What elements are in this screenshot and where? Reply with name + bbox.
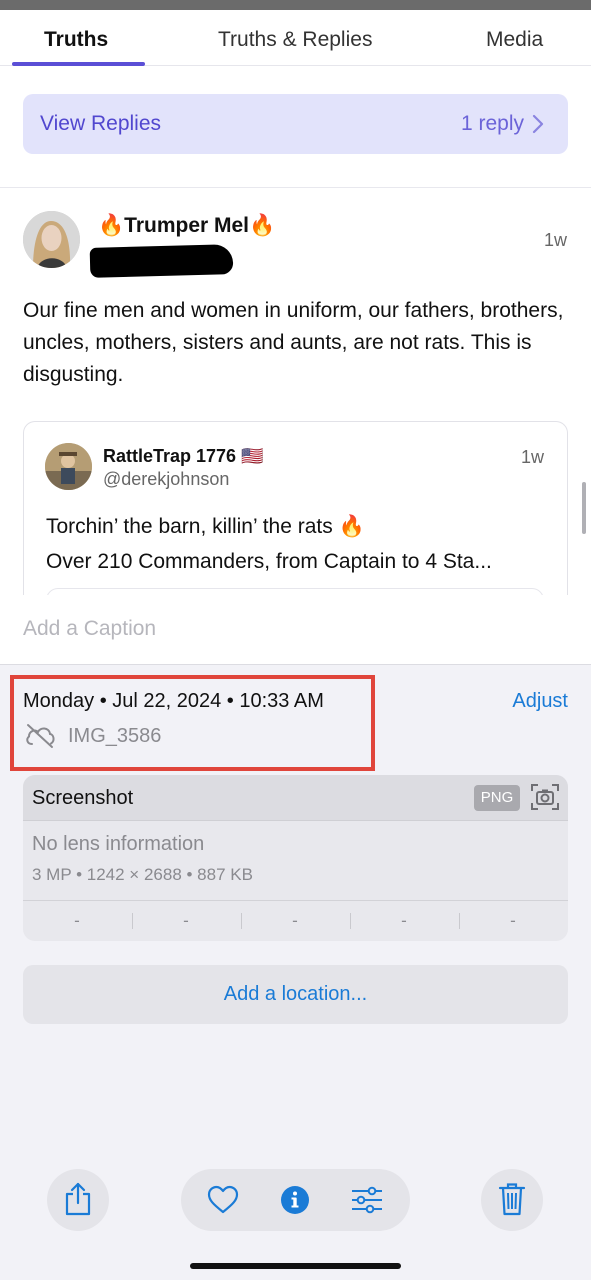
- home-indicator[interactable]: [190, 1263, 401, 1269]
- quoted-text-line-2: Over 210 Commanders, from Captain to 4 S…: [46, 550, 492, 573]
- quoted-post[interactable]: RattleTrap 1776 🇺🇸 @derekjohnson 1w Torc…: [23, 421, 568, 611]
- photo-actions-group: [181, 1169, 410, 1231]
- exif-row: - - - - -: [23, 900, 568, 941]
- author-avatar[interactable]: [23, 211, 80, 268]
- scrollbar[interactable]: [582, 482, 586, 534]
- delete-button[interactable]: [481, 1169, 543, 1231]
- trash-icon: [498, 1183, 526, 1216]
- post-divider: [0, 187, 591, 188]
- tab-truths[interactable]: Truths: [44, 28, 108, 52]
- profile-tabs: Truths Truths & Replies Media: [0, 10, 591, 66]
- exif-value: -: [401, 911, 407, 930]
- quoted-timestamp: 1w: [520, 447, 544, 467]
- lens-info: No lens information: [32, 833, 205, 855]
- post-author-name[interactable]: 🔥Trumper Mel🔥: [98, 214, 275, 238]
- screenshot-camera-icon: [531, 784, 559, 810]
- format-badge: PNG: [474, 785, 520, 811]
- image-type-label: Screenshot: [32, 787, 134, 809]
- redacted-handle: [89, 244, 234, 278]
- metadata-header: Screenshot PNG: [23, 775, 568, 821]
- share-button[interactable]: [47, 1169, 109, 1231]
- exif-value: -: [510, 911, 516, 930]
- post-body: Our fine men and women in uniform, our f…: [23, 299, 564, 386]
- view-replies-button[interactable]: View Replies 1 reply: [23, 94, 568, 154]
- share-icon: [65, 1182, 91, 1216]
- photo-info-sheet: Add a Caption Monday • Jul 22, 2024 • 10…: [0, 595, 591, 1280]
- image-dimensions-size: 3 MP • 1242 × 2688 • 887 KB: [32, 865, 253, 884]
- exif-value: -: [292, 911, 298, 930]
- adjust-button[interactable]: Adjust: [512, 690, 568, 713]
- quoted-author-avatar[interactable]: [45, 443, 92, 490]
- red-highlight-box: [10, 675, 375, 771]
- image-metadata-card: Screenshot PNG No lens information 3 MP …: [23, 775, 568, 941]
- view-replies-label: View Replies: [40, 112, 162, 135]
- adjust-sliders-icon[interactable]: [351, 1185, 383, 1215]
- caption-placeholder: Add a Caption: [23, 617, 157, 640]
- chevron-right-icon: [532, 114, 544, 134]
- tab-media[interactable]: Media: [486, 28, 543, 52]
- quoted-text-line-1: Torchin’ the barn, killin’ the rats 🔥: [46, 515, 365, 538]
- reply-count: 1 reply: [460, 112, 524, 135]
- add-location-button[interactable]: Add a location...: [23, 965, 568, 1024]
- quoted-author-handle: @derekjohnson: [103, 469, 230, 489]
- quoted-author-name[interactable]: RattleTrap 1776 🇺🇸: [103, 446, 263, 467]
- exif-value: -: [183, 911, 189, 930]
- exif-value: -: [74, 911, 80, 930]
- heart-icon[interactable]: [207, 1185, 239, 1215]
- post-timestamp: 1w: [543, 230, 567, 250]
- status-strip: [0, 0, 591, 10]
- active-tab-indicator: [12, 62, 145, 66]
- tab-truths-and-replies[interactable]: Truths & Replies: [218, 28, 372, 52]
- info-icon[interactable]: [280, 1185, 310, 1215]
- caption-field[interactable]: Add a Caption: [0, 595, 591, 665]
